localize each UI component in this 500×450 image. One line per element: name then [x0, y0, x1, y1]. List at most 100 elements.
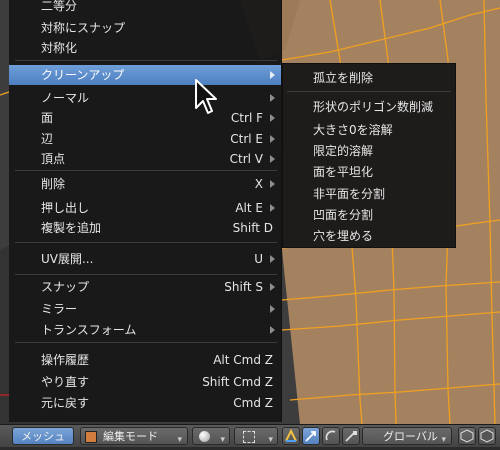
menu-item[interactable]: スナップ Shift S — [9, 277, 281, 297]
menu-item-shortcut: Alt Cmd Z — [213, 353, 273, 367]
submenu-item-label: 孤立を削除 — [313, 71, 374, 85]
menu-item-shortcut: X — [254, 177, 263, 191]
mouse-pointer-icon — [195, 79, 217, 114]
submenu-item[interactable]: 穴を埋める — [283, 226, 455, 246]
orientation-select[interactable]: グローバル ▾ — [362, 427, 452, 445]
3d-viewport[interactable]: 二等分対称にスナップ対称化クリーンアップ ノーマル面 Ctrl F 辺 Ctrl E 頂点… — [0, 0, 500, 424]
rotate-tool[interactable] — [322, 427, 340, 445]
menu-item-label: 削除 — [41, 177, 66, 191]
mesh-menu-button[interactable]: メッシュ — [12, 427, 74, 445]
pivot-icon — [243, 431, 255, 443]
chevron-right-icon — [270, 94, 275, 102]
submenu-item[interactable]: 面を平坦化 — [283, 162, 455, 182]
menu-item[interactable]: 頂点 Ctrl V — [9, 149, 281, 169]
pivot-select[interactable]: ▾ — [234, 427, 278, 445]
chevron-down-icon: ▾ — [441, 435, 446, 445]
menu-item-label: トランスフォーム — [41, 323, 137, 337]
cube-icon — [480, 429, 494, 443]
menu-item[interactable]: 対称にスナップ — [9, 18, 281, 38]
submenu-item[interactable]: 非平面を分割 — [283, 184, 455, 204]
menu-separator — [15, 342, 277, 343]
menu-item[interactable]: 複製を追加 Shift D — [9, 218, 281, 238]
menu-item-shortcut: Shift D — [232, 221, 273, 235]
menu-item-label: 頂点 — [41, 152, 66, 166]
rotate-icon — [325, 430, 336, 441]
menu-item-label: ノーマル — [41, 91, 90, 105]
chevron-right-icon — [270, 71, 275, 79]
menu-item[interactable]: ノーマル — [9, 88, 281, 108]
menu-item-label: 対称にスナップ — [41, 21, 126, 35]
chevron-right-icon — [270, 305, 275, 313]
submenu-item-label: 面を平坦化 — [313, 165, 374, 179]
menu-separator — [15, 274, 277, 275]
mesh-menu: 二等分対称にスナップ対称化クリーンアップ ノーマル面 Ctrl F 辺 Ctrl E 頂点… — [9, 0, 282, 422]
scale-icon — [345, 431, 357, 442]
scale-tool[interactable] — [342, 427, 360, 445]
menu-item-label: スナップ — [41, 280, 90, 294]
submenu-item-label: 限定的溶解 — [313, 144, 374, 158]
menu-item-label: 操作履歴 — [41, 353, 90, 367]
menu-separator — [287, 91, 451, 92]
sphere-icon — [199, 431, 210, 442]
menu-item-label: UV展開... — [41, 252, 94, 266]
menu-item-label: 二等分 — [41, 0, 78, 13]
menu-item-shortcut: Ctrl V — [229, 152, 263, 166]
submenu-item-label: 穴を埋める — [313, 229, 374, 243]
mode-select[interactable]: 編集モード ▾ — [80, 427, 188, 445]
menu-item[interactable]: クリーンアップ — [9, 65, 281, 85]
menu-item-label: 元に戻す — [41, 396, 90, 410]
submenu-item-label: 非平面を分割 — [313, 187, 386, 201]
submenu-item[interactable]: 大きさ0を溶解 — [283, 120, 455, 140]
orientation-label: グローバル — [383, 430, 438, 443]
chevron-down-icon: ▾ — [177, 435, 182, 445]
menu-item-shortcut: Ctrl E — [230, 132, 263, 146]
submenu-item[interactable]: 孤立を削除 — [283, 68, 455, 88]
menu-item[interactable]: ミラー — [9, 299, 281, 319]
menu-item-shortcut: Ctrl F — [230, 111, 263, 125]
translate-tool[interactable] — [302, 427, 320, 445]
manipulator-toggle[interactable] — [282, 427, 300, 445]
menu-separator — [15, 242, 277, 243]
cleanup-submenu: 孤立を削除形状のポリゴン数削減大きさ0を溶解 限定的溶解面を平坦化非平面を分割 凹面… — [282, 63, 456, 248]
menu-item[interactable]: 面 Ctrl F — [9, 108, 281, 128]
chevron-right-icon — [270, 114, 275, 122]
menu-item[interactable]: 対称化 — [9, 38, 281, 58]
submenu-item[interactable]: 凹面を分割 — [283, 205, 455, 225]
menu-item[interactable]: 押し出し Alt E — [9, 198, 281, 218]
chevron-down-icon: ▾ — [220, 435, 225, 445]
menu-item-label: やり直す — [41, 375, 90, 389]
chevron-down-icon: ▾ — [268, 435, 273, 445]
menu-item[interactable]: UV展開... U — [9, 249, 281, 269]
menu-item[interactable]: やり直す Shift Cmd Z — [9, 372, 281, 392]
edit-mode-icon — [85, 431, 97, 443]
menu-item-label: 辺 — [41, 132, 54, 146]
submenu-item[interactable]: 形状のポリゴン数削減 — [283, 97, 455, 117]
vertex-select-button[interactable] — [458, 427, 476, 445]
edge-select-button[interactable] — [478, 427, 496, 445]
manipulator-icon — [285, 428, 297, 442]
menu-item[interactable]: 操作履歴 Alt Cmd Z — [9, 350, 281, 370]
submenu-item-label: 大きさ0を溶解 — [313, 123, 393, 137]
menu-item[interactable]: トランスフォーム — [9, 320, 281, 340]
menu-item-label: 面 — [41, 111, 54, 125]
arrow-icon — [305, 431, 316, 442]
menu-item-shortcut: U — [254, 252, 263, 266]
menu-item[interactable]: 辺 Ctrl E — [9, 129, 281, 149]
shading-select[interactable]: ▾ — [192, 427, 230, 445]
menu-item-label: ミラー — [41, 302, 78, 316]
menu-separator — [15, 60, 277, 61]
menu-item[interactable]: 元に戻す Cmd Z — [9, 393, 281, 413]
chevron-right-icon — [270, 326, 275, 334]
mesh-menu-label: メッシュ — [21, 430, 65, 443]
menu-item-label: クリーンアップ — [41, 68, 125, 82]
submenu-item[interactable]: 限定的溶解 — [283, 141, 455, 161]
mode-label: 編集モード — [103, 430, 158, 443]
chevron-right-icon — [270, 155, 275, 163]
menu-item[interactable]: 二等分 — [9, 0, 281, 16]
chevron-right-icon — [270, 180, 275, 188]
submenu-item-label: 凹面を分割 — [313, 208, 374, 222]
menu-item[interactable]: 削除 X — [9, 174, 281, 194]
chevron-right-icon — [270, 204, 275, 212]
chevron-right-icon — [270, 135, 275, 143]
editor-header: メッシュ 編集モード ▾ ▾ ▾ グローバル ▾ — [0, 424, 500, 447]
